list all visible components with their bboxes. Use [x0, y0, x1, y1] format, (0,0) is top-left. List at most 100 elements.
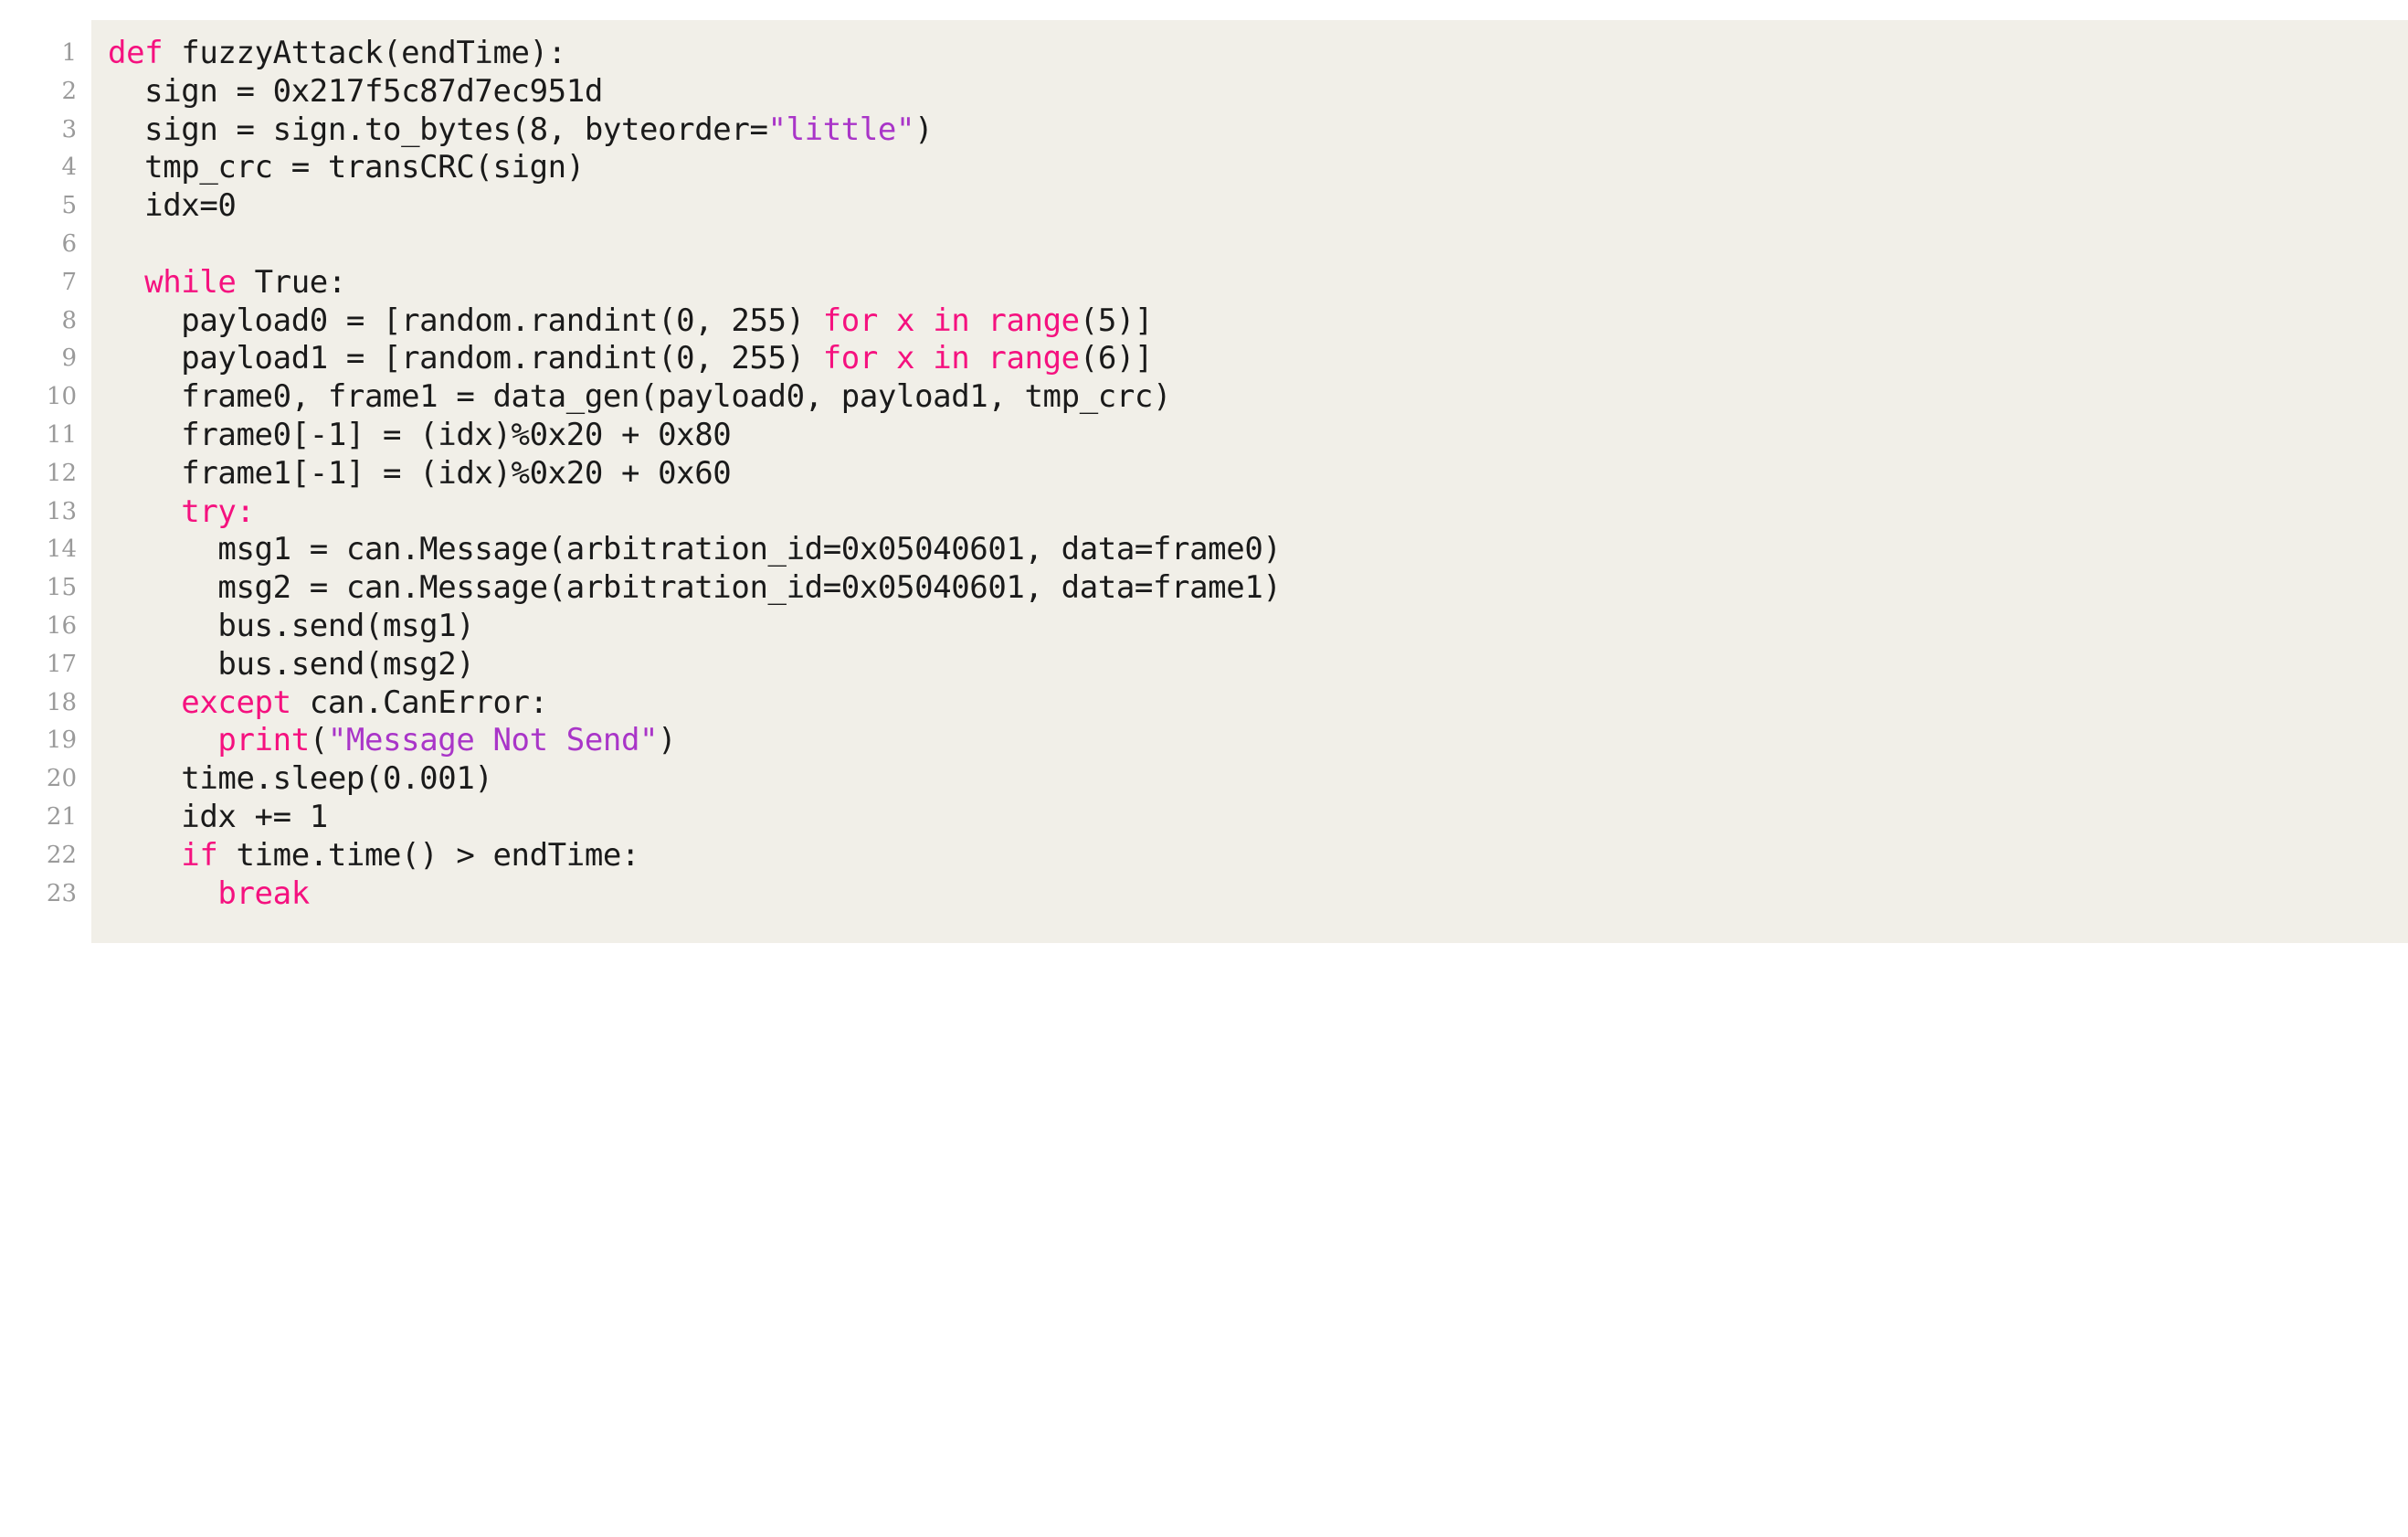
line-number: 19: [46, 726, 77, 755]
code-token-keyword: for: [822, 302, 879, 339]
code-panel: def fuzzyAttack(endTime): sign = 0x217f5…: [91, 20, 2408, 943]
code-token-text: frame0[-1] = (idx)%0x20 + 0x80: [108, 416, 732, 453]
code-line: print("Message Not Send"): [108, 722, 2408, 760]
line-number: 23: [46, 879, 77, 907]
code-line: def fuzzyAttack(endTime):: [108, 35, 2408, 73]
code-line: break: [108, 875, 2408, 914]
line-number: 15: [46, 574, 77, 602]
code-token-text: bus.send(msg1): [108, 607, 475, 644]
code-token-keyword: if: [181, 836, 218, 874]
code-line: bus.send(msg1): [108, 608, 2408, 646]
code-line: if time.time() > endTime:: [108, 837, 2408, 875]
line-number: 9: [61, 344, 77, 373]
code-token-text: frame1[-1] = (idx)%0x20 + 0x60: [108, 454, 732, 492]
code-token-text: frame0, frame1 = data_gen(payload0, payl…: [108, 378, 1172, 416]
line-number: 10: [46, 383, 77, 411]
code-line: msg2 = can.Message(arbitration_id=0x0504…: [108, 569, 2408, 608]
code-token-keyword: x: [896, 340, 915, 377]
code-line: except can.CanError:: [108, 684, 2408, 723]
code-token-string: "Message Not Send": [327, 722, 659, 759]
line-number: 13: [46, 497, 77, 525]
code-line: payload1 = [random.randint(0, 255) for x…: [108, 340, 2408, 378]
line-number: 5: [61, 192, 77, 220]
code-token-keyword: range: [987, 302, 1080, 339]
code-line: sign = 0x217f5c87d7ec951d: [108, 73, 2408, 111]
code-token-text: idx=0: [108, 187, 237, 225]
code-token-text: time.sleep(0.001): [108, 760, 493, 798]
line-number: 22: [46, 841, 77, 869]
line-number: 11: [46, 420, 77, 449]
code-token-keyword: x: [896, 302, 915, 339]
code-line: bus.send(msg2): [108, 646, 2408, 684]
code-token-text: msg2 = can.Message(arbitration_id=0x0504…: [108, 569, 1282, 607]
line-number: 12: [46, 459, 77, 487]
code-token-text: sign = 0x217f5c87d7ec951d: [108, 72, 603, 110]
code-token-text: True:: [236, 263, 347, 301]
line-number: 6: [61, 229, 77, 258]
line-number-gutter: 1 2 3 4 5 6 7 8 9 10 11 12 13 14 15 16 17 18 19 20 21 22 23: [0, 20, 91, 928]
code-line: tmp_crc = transCRC(sign): [108, 149, 2408, 187]
code-token-text: fuzzyAttack(endTime):: [163, 35, 566, 71]
code-token-keyword: except: [181, 684, 291, 721]
code-line: idx=0: [108, 187, 2408, 226]
code-token-keyword: range: [987, 340, 1080, 377]
line-number: 16: [46, 611, 77, 640]
code-line: frame1[-1] = (idx)%0x20 + 0x60: [108, 455, 2408, 493]
code-line: while True:: [108, 264, 2408, 302]
code-token-string: "little": [767, 111, 915, 148]
code-token-text: bus.send(msg2): [108, 645, 475, 683]
line-number: 21: [46, 802, 77, 831]
code-listing-body: 1 2 3 4 5 6 7 8 9 10 11 12 13 14 15 16 17 18 19 20 21 22 23 de…: [0, 20, 2408, 943]
code-token-text: ): [914, 111, 934, 148]
line-number: 4: [61, 154, 77, 182]
code-token-keyword: for: [822, 340, 879, 377]
line-number: 14: [46, 535, 77, 564]
code-token-keyword: in: [933, 340, 970, 377]
code-line: sign = sign.to_bytes(8, byteorder="littl…: [108, 111, 2408, 150]
line-number: 2: [61, 77, 77, 105]
code-line: frame0[-1] = (idx)%0x20 + 0x80: [108, 417, 2408, 455]
code-line: payload0 = [random.randint(0, 255) for x…: [108, 302, 2408, 341]
code-token-keyword: while: [144, 263, 237, 301]
line-number: 7: [61, 268, 77, 296]
code-token-text: (5)]: [1079, 302, 1154, 339]
code-token-text: (6)]: [1079, 340, 1154, 377]
code-token-text: sign = sign.to_bytes(8, byteorder=: [108, 111, 768, 148]
code-line: msg1 = can.Message(arbitration_id=0x0504…: [108, 531, 2408, 569]
code-token-text: ): [658, 722, 677, 759]
code-token-keyword: def: [108, 35, 164, 71]
code-token-text: can.CanError:: [290, 684, 548, 721]
line-number: 20: [46, 765, 77, 793]
line-number: 8: [61, 306, 77, 334]
code-token-keyword: :: [236, 493, 255, 530]
code-line: idx += 1: [108, 799, 2408, 837]
code-token-text: time.time() > endTime:: [217, 836, 640, 874]
code-line: time.sleep(0.001): [108, 760, 2408, 799]
code-token-text: (: [309, 722, 328, 759]
code-line: frame0, frame1 = data_gen(payload0, payl…: [108, 378, 2408, 417]
code-token-text: payload0 = [random.randint(0, 255): [108, 302, 823, 339]
code-token-text: idx += 1: [108, 798, 328, 835]
code-token-text: tmp_crc = transCRC(sign): [108, 149, 585, 186]
code-listing: 1 2 3 4 5 6 7 8 9 10 11 12 13 14 15 16 17 18 19 20 21 22 23 de…: [0, 0, 2408, 1537]
code-line: try:: [108, 493, 2408, 532]
code-token-text: msg1 = can.Message(arbitration_id=0x0504…: [108, 531, 1282, 568]
code-token-keyword: in: [933, 302, 970, 339]
line-number: 1: [61, 39, 77, 67]
line-number: 3: [61, 115, 77, 143]
code-token-keyword: print: [217, 722, 310, 759]
line-number: 17: [46, 650, 77, 678]
